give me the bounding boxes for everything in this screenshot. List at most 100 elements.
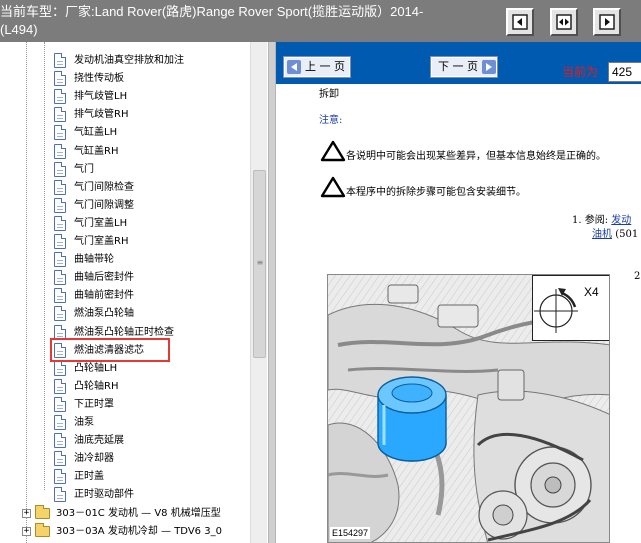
folder-icon bbox=[35, 504, 50, 519]
tree-guide-line bbox=[44, 42, 45, 490]
tree-item-label: 曲轴后密封件 bbox=[74, 272, 134, 284]
tree-item[interactable]: 气缸盖LH bbox=[52, 124, 248, 142]
tree-item[interactable]: 凸轮轴LH bbox=[52, 360, 248, 378]
document-icon bbox=[54, 288, 66, 304]
collapse-right-button[interactable] bbox=[593, 8, 621, 36]
tree-item-label: 排气歧管LH bbox=[74, 91, 128, 103]
document-icon bbox=[54, 161, 66, 177]
step-1-link[interactable]: 发动 bbox=[611, 215, 631, 226]
tree-item-label: 下正时罩 bbox=[74, 398, 114, 410]
step-2-number: 2 bbox=[634, 271, 641, 282]
tree-item[interactable]: 凸轮轴RH bbox=[52, 378, 248, 396]
engine-illustration: X4 bbox=[327, 274, 610, 543]
tree-item-label: 曲轴前密封件 bbox=[74, 290, 134, 302]
warning-icon bbox=[320, 176, 346, 198]
document-icon bbox=[54, 234, 66, 249]
tree-item[interactable]: 曲轴带轮 bbox=[52, 251, 248, 269]
figure-code: E154297 bbox=[330, 527, 371, 539]
warning-text: 各说明中可能会出现某些差异，但基本信息始终是正确的。 bbox=[346, 151, 606, 162]
tree-item-label: 气缸盖LH bbox=[74, 127, 118, 139]
tree-item-label: 排气歧管RH bbox=[74, 109, 129, 121]
tree-item[interactable]: 气门 bbox=[52, 161, 248, 179]
warning-icon bbox=[320, 140, 346, 162]
step-1-continued: 油机 (501 bbox=[592, 228, 638, 242]
grip-icon: ≡ bbox=[256, 258, 264, 267]
document-icon bbox=[54, 487, 66, 503]
document-icon bbox=[54, 89, 66, 105]
note-label: 注意: bbox=[319, 115, 343, 126]
step-1: 1. 参阅: 发动 bbox=[572, 214, 631, 228]
tree-folder-label: 303－01C 发动机 — V8 机械增压型 bbox=[56, 507, 221, 519]
tree-item-label: 气门 bbox=[74, 163, 94, 175]
tree-item-label: 正时驱动部件 bbox=[74, 489, 134, 501]
tree-item[interactable]: 油冷却器 bbox=[52, 450, 248, 468]
document-icon bbox=[54, 378, 66, 394]
document-icon bbox=[54, 107, 66, 123]
tree-item[interactable]: 发动机油真空排放和加注 bbox=[52, 52, 248, 70]
tree-guide-line bbox=[26, 42, 27, 543]
step-1-prefix: 1. 参阅: bbox=[572, 215, 609, 226]
document-icon bbox=[54, 252, 66, 268]
arrow-right-icon bbox=[482, 60, 496, 74]
split-view-button[interactable] bbox=[550, 8, 578, 36]
expand-plus-icon[interactable]: + bbox=[22, 526, 31, 536]
expand-plus-icon[interactable]: + bbox=[22, 508, 31, 518]
rotation-label: X4 bbox=[584, 285, 599, 299]
tree-item[interactable]: 气门间隙检查 bbox=[52, 179, 248, 197]
selection-highlight bbox=[50, 338, 170, 362]
document-icon bbox=[54, 71, 66, 87]
tree-folder[interactable]: +303－03A 发动机冷却 — TDV6 3_0 bbox=[20, 522, 250, 541]
tree-item[interactable]: 挠性传动板 bbox=[52, 70, 248, 88]
tree-item[interactable]: 油泵 bbox=[52, 414, 248, 432]
tree-scrollbar[interactable]: ≡ bbox=[250, 42, 267, 543]
tree-item[interactable]: 下正时罩 bbox=[52, 396, 248, 414]
document-icon bbox=[54, 451, 66, 467]
tree-item[interactable]: 燃油泵凸轮轴 bbox=[52, 305, 248, 323]
tree-item[interactable]: 排气歧管LH bbox=[52, 88, 248, 106]
prev-page-button[interactable]: 上 一 页 bbox=[283, 56, 351, 78]
document-icon bbox=[54, 270, 66, 286]
pane-splitter[interactable] bbox=[268, 42, 276, 543]
window-title: 当前车型：厂家:Land Rover(路虎)Range Rover Sport(… bbox=[0, 4, 424, 37]
tree-item-label: 发动机油真空排放和加注 bbox=[74, 55, 184, 66]
folder-icon bbox=[35, 522, 50, 537]
tree-item-label: 气门间隙检查 bbox=[74, 181, 134, 193]
next-page-button[interactable]: 下 一 页 bbox=[430, 56, 498, 78]
arrow-left-icon bbox=[287, 60, 301, 74]
page-number-input[interactable] bbox=[608, 62, 641, 82]
document-icon bbox=[54, 433, 66, 449]
tree-item[interactable]: 正时盖 bbox=[52, 468, 248, 486]
tree-item-label: 气门间隙调整 bbox=[74, 199, 134, 211]
tree-folder[interactable]: +303－01C 发动机 — V8 机械增压型 bbox=[20, 504, 250, 523]
tree-item-label: 正时盖 bbox=[74, 471, 104, 483]
step-1-link-cont[interactable]: 油机 bbox=[592, 229, 612, 240]
document-icon bbox=[54, 360, 66, 376]
split-view-icon bbox=[556, 14, 572, 30]
tree-item[interactable]: 曲轴后密封件 bbox=[52, 269, 248, 287]
tree-item[interactable]: 气门室盖LH bbox=[52, 215, 248, 233]
warning-text: 本程序中的拆除步骤可能包含安装细节。 bbox=[346, 187, 526, 198]
document-icon bbox=[54, 143, 66, 159]
tree-folder-label: 303－03A 发动机冷却 — TDV6 3_0 bbox=[56, 525, 222, 537]
tree-item-label: 凸轮轴LH bbox=[74, 362, 118, 374]
collapse-left-button[interactable] bbox=[506, 8, 534, 36]
tree-item[interactable]: 气缸盖RH bbox=[52, 143, 248, 161]
document-icon bbox=[54, 197, 66, 213]
document-icon bbox=[54, 469, 66, 485]
tree-scroll-thumb[interactable]: ≡ bbox=[253, 170, 266, 358]
document-icon bbox=[54, 53, 66, 68]
tree-item-label: 气门室盖RH bbox=[74, 236, 129, 247]
document-icon bbox=[54, 306, 66, 322]
document-icon bbox=[54, 396, 66, 412]
tree-item-label: 凸轮轴RH bbox=[74, 380, 119, 392]
document-icon bbox=[54, 215, 66, 231]
tree-item[interactable]: 曲轴前密封件 bbox=[52, 287, 248, 305]
tree-item-label: 油底壳延展 bbox=[74, 435, 124, 447]
tree-item[interactable]: 气门室盖RH bbox=[52, 233, 248, 251]
tree-item[interactable]: 油底壳延展 bbox=[52, 432, 248, 450]
next-page-label: 下 一 页 bbox=[438, 60, 478, 73]
tree-item[interactable]: 气门间隙调整 bbox=[52, 197, 248, 215]
tree-item[interactable]: 正时驱动部件 bbox=[52, 486, 248, 504]
document-icon bbox=[54, 179, 66, 195]
tree-item[interactable]: 排气歧管RH bbox=[52, 106, 248, 124]
